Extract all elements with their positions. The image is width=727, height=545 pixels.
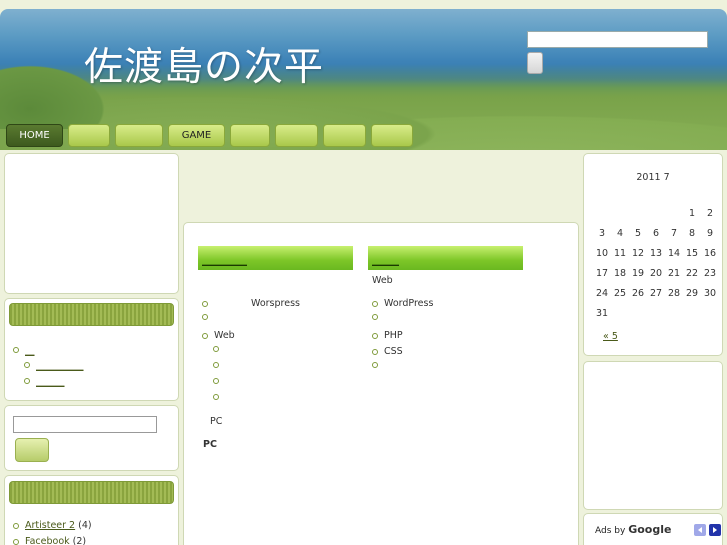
col1-text: PC (210, 416, 223, 427)
ads-next-arrow-icon[interactable] (709, 524, 721, 536)
bullet-icon (372, 332, 378, 339)
calendar-day: 23 (703, 268, 717, 279)
calendar-day: 3 (598, 228, 606, 239)
sidebar-search-input[interactable] (13, 416, 157, 433)
col2-item[interactable] (372, 362, 384, 368)
col1-item[interactable]: Worspress (202, 298, 300, 309)
link-item[interactable]: Facebook (2) (13, 536, 86, 545)
col1-item[interactable]: Web (202, 330, 235, 341)
calendar-day: 26 (631, 288, 645, 299)
calendar-day: 28 (667, 288, 681, 299)
sidebar-search-button[interactable] (15, 438, 49, 462)
left-ad-panel (4, 153, 179, 294)
header-search-input[interactable] (527, 31, 708, 48)
calendar-day: 24 (595, 288, 609, 299)
calendar-day: 4 (616, 228, 624, 239)
bullet-icon (372, 348, 378, 355)
col2-item[interactable]: WordPress (372, 298, 433, 309)
col1-item[interactable] (202, 314, 214, 320)
col1-heading: PC (203, 439, 217, 450)
content-panel (183, 222, 579, 545)
calendar-day: 13 (649, 248, 663, 259)
calendar-day: 5 (634, 228, 642, 239)
calendar-day: 11 (613, 248, 627, 259)
nav-item-7[interactable] (323, 124, 366, 147)
bullet-icon (13, 347, 19, 353)
calendar-day: 22 (685, 268, 699, 279)
calendar-day: 15 (685, 248, 699, 259)
bullet-icon (213, 362, 219, 368)
nav-game[interactable]: GAME (168, 124, 225, 147)
nav-item-8[interactable] (371, 124, 413, 147)
calendar-day: 2 (706, 208, 714, 219)
bullet-icon (372, 314, 378, 320)
link-item[interactable]: Artisteer 2 (4) (13, 520, 92, 531)
calendar-day: 7 (670, 228, 678, 239)
category-item[interactable]: ＿＿＿＿＿ (24, 358, 84, 372)
category-item[interactable]: ＿＿＿ (24, 374, 65, 388)
calendar-day: 21 (667, 268, 681, 279)
col1-header: ＿＿＿＿＿ (198, 246, 353, 270)
ads-by-google[interactable]: Ads by Google (595, 523, 671, 536)
calendar-day: 18 (613, 268, 627, 279)
bullet-icon (24, 378, 30, 384)
categories-header-bar (9, 303, 174, 326)
site-title[interactable]: 佐渡島の次平 (84, 36, 324, 92)
col2-intro: Web (372, 275, 393, 286)
calendar-day: 20 (649, 268, 663, 279)
calendar-day: 30 (703, 288, 717, 299)
right-ad-panel (583, 361, 723, 510)
calendar-day: 25 (613, 288, 627, 299)
ads-prev-arrow-icon[interactable] (694, 524, 706, 536)
calendar-day: 8 (688, 228, 696, 239)
bullet-icon (213, 378, 219, 384)
bullet-icon (202, 332, 208, 339)
calendar-day: 17 (595, 268, 609, 279)
bullet-icon (202, 314, 208, 320)
calendar-day: 31 (595, 308, 609, 319)
bullet-icon (372, 300, 378, 307)
bullet-icon (213, 394, 219, 400)
main-nav: HOME GAME (6, 124, 413, 148)
col2-item[interactable]: PHP (372, 330, 403, 341)
links-header-bar (9, 481, 174, 504)
nav-home[interactable]: HOME (6, 124, 63, 147)
calendar-day: 12 (631, 248, 645, 259)
calendar-day: 1 (688, 208, 696, 219)
nav-item-6[interactable] (275, 124, 318, 147)
calendar-day: 9 (706, 228, 714, 239)
calendar-day: 27 (649, 288, 663, 299)
nav-item-2[interactable] (68, 124, 110, 147)
calendar-day: 29 (685, 288, 699, 299)
bullet-icon (213, 346, 219, 352)
col2-item[interactable]: CSS (372, 346, 403, 357)
calendar-title: 2011 7 (636, 172, 670, 183)
calendar-day: 14 (667, 248, 681, 259)
col2-header: ＿＿＿ (368, 246, 523, 270)
calendar-day: 19 (631, 268, 645, 279)
calendar-day: 16 (703, 248, 717, 259)
col1-subitem[interactable] (213, 346, 225, 352)
category-item[interactable]: ＿ (13, 343, 35, 357)
bullet-icon (13, 538, 19, 545)
nav-item-5[interactable] (230, 124, 270, 147)
calendar-prev-link[interactable]: « 5 (603, 331, 618, 342)
bullet-icon (372, 362, 378, 368)
bullet-icon (202, 300, 208, 307)
col2-item[interactable] (372, 314, 384, 320)
bullet-icon (13, 522, 19, 529)
bullet-icon (24, 362, 30, 368)
header-search-button[interactable] (527, 52, 543, 74)
col1-subitem[interactable] (213, 378, 225, 384)
nav-item-3[interactable] (115, 124, 163, 147)
calendar-day: 10 (595, 248, 609, 259)
calendar-day: 6 (652, 228, 660, 239)
col1-subitem[interactable] (213, 362, 225, 368)
col1-subitem[interactable] (213, 394, 225, 400)
